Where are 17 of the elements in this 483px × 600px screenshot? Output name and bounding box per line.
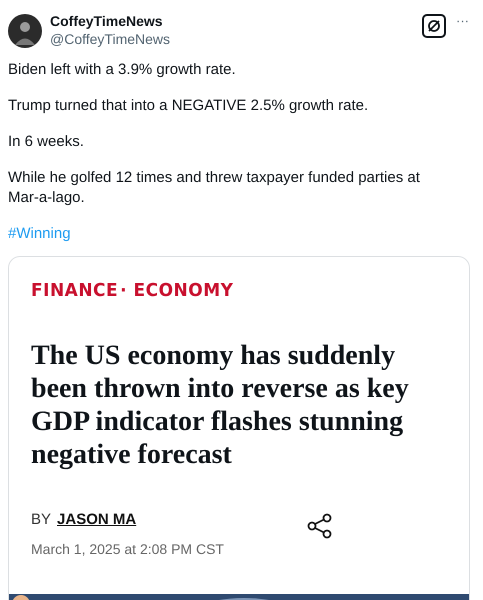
- avatar[interactable]: [8, 14, 42, 48]
- tweet-paragraph: Biden left with a 3.9% growth rate.: [8, 60, 237, 80]
- grok-icon[interactable]: [422, 14, 446, 38]
- article-date: March 1, 2025 at 2:08 PM CST: [31, 540, 225, 559]
- author-name[interactable]: CoffeyTimeNews: [50, 12, 170, 30]
- author-handle[interactable]: @CoffeyTimeNews: [50, 30, 170, 48]
- section-label[interactable]: · ECONOMY: [120, 278, 234, 306]
- share-icon[interactable]: [307, 512, 333, 538]
- author-link[interactable]: JASON MA: [57, 508, 136, 531]
- article-card[interactable]: FINANCE· ECONOMY The US economy has suddenly been thrown into reverse as key GDP indicator flashes stunning negative forecast BY JASON MA March 1, 2025 at 2:08 PM CST: [8, 256, 470, 600]
- tweet-paragraph: In 6 weeks.: [8, 132, 85, 152]
- byline-label: BY: [31, 510, 52, 530]
- tweet-paragraph: Trump turned that into a NEGATIVE 2.5% growth rate.: [8, 96, 370, 116]
- tweet-paragraph: While he golfed 12 times and threw taxpayer funded parties at Mar-a-lago.: [8, 168, 421, 208]
- section-label[interactable]: FINANCE: [31, 278, 118, 306]
- more-button[interactable]: ···: [456, 14, 469, 26]
- headline[interactable]: The US economy has suddenly been thrown into reverse as key GDP indicator flashes stunning negative forecast: [31, 338, 451, 470]
